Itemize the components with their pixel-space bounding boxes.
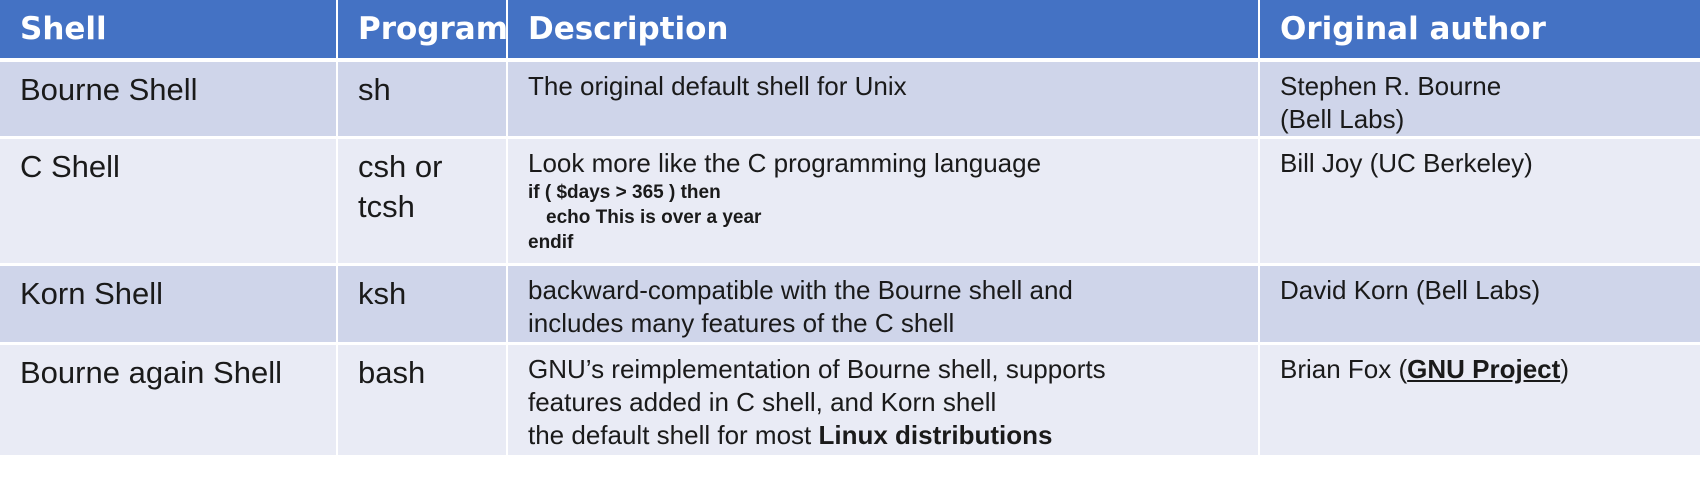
program-cell: sh xyxy=(337,60,508,139)
author-cell: Bill Joy (UC Berkeley) xyxy=(1259,137,1700,266)
description-line: backward-compatible with the Bourne shel… xyxy=(528,275,1073,305)
description-cell: Look more like the C programming languag… xyxy=(507,137,1260,266)
description-cell: The original default shell for Unix xyxy=(507,60,1260,139)
shell-name-cell: Bourne Shell xyxy=(0,60,338,139)
shell-name-cell: Korn Shell xyxy=(0,264,338,345)
table-row: C Shell csh or tcsh Look more like the C… xyxy=(0,137,1700,266)
description-line: includes many features of the C shell xyxy=(528,308,955,338)
table-row: Bourne again Shell bash GNU’s reimplemen… xyxy=(0,343,1700,458)
description-line: GNU’s reimplementation of Bourne shell, … xyxy=(528,354,1106,384)
program-line: tcsh xyxy=(358,189,415,224)
shell-name-cell: C Shell xyxy=(0,137,338,266)
program-cell: ksh xyxy=(337,264,508,345)
author-cell: David Korn (Bell Labs) xyxy=(1259,264,1700,345)
table-header-row: Shell Program Description Original autho… xyxy=(0,0,1700,62)
description-cell: backward-compatible with the Bourne shel… xyxy=(507,264,1260,345)
author-line: Stephen R. Bourne xyxy=(1280,71,1502,101)
author-line: (Bell Labs) xyxy=(1280,104,1405,134)
code-line: if ( $days > 365 ) then xyxy=(528,182,721,203)
shells-table: Shell Program Description Original autho… xyxy=(0,0,1700,458)
description-line: Look more like the C programming languag… xyxy=(528,148,1042,178)
linux-distributions-text: Linux distributions xyxy=(818,420,1053,450)
gnu-project-link[interactable]: GNU Project xyxy=(1407,354,1560,384)
author-text: ) xyxy=(1560,354,1569,384)
table-row: Bourne Shell sh The original default she… xyxy=(0,60,1700,139)
code-line: echo This is over a year xyxy=(546,207,762,228)
program-line: csh or xyxy=(358,149,443,184)
description-cell: GNU’s reimplementation of Bourne shell, … xyxy=(507,343,1260,458)
program-cell: csh or tcsh xyxy=(337,137,508,266)
program-cell: bash xyxy=(337,343,508,458)
description-line: features added in C shell, and Korn shel… xyxy=(528,387,997,417)
header-program: Program xyxy=(337,0,508,62)
table-row: Korn Shell ksh backward-compatible with … xyxy=(0,264,1700,345)
header-original-author: Original author xyxy=(1259,0,1700,62)
description-text: the default shell for most xyxy=(528,420,819,450)
header-description: Description xyxy=(507,0,1260,62)
header-shell: Shell xyxy=(0,0,338,62)
author-text: Brian Fox ( xyxy=(1280,354,1408,384)
author-cell: Stephen R. Bourne (Bell Labs) xyxy=(1259,60,1700,139)
shell-name-cell: Bourne again Shell xyxy=(0,343,338,458)
code-line: endif xyxy=(528,232,574,253)
author-cell: Brian Fox (GNU Project) xyxy=(1259,343,1700,458)
code-snippet: if ( $days > 365 ) then echo This is ove… xyxy=(528,180,1258,255)
description-line: the default shell for most Linux distrib… xyxy=(528,419,1258,452)
